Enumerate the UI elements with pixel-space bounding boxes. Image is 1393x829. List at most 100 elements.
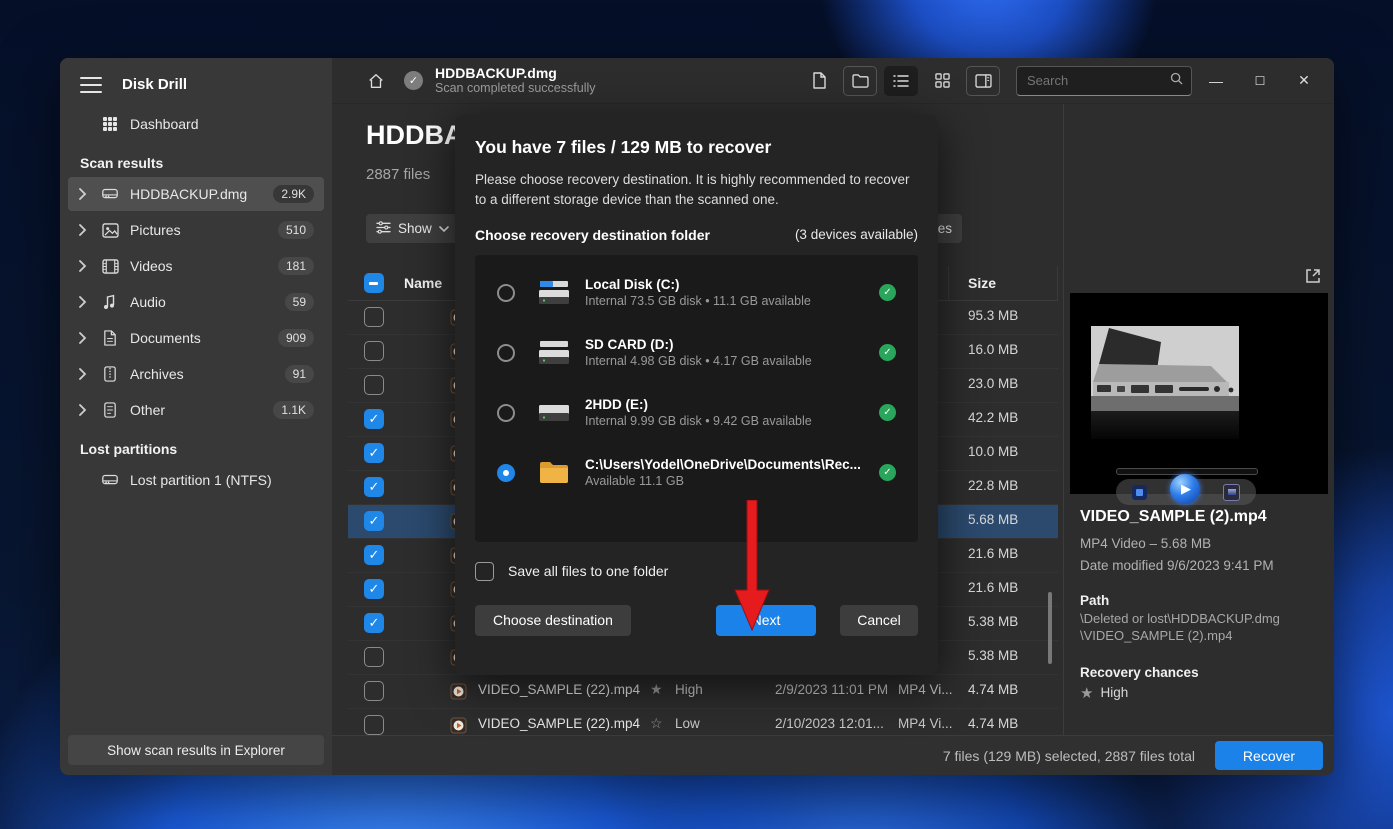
sidebar-item-dashboard[interactable]: Dashboard xyxy=(68,107,324,141)
category-icon xyxy=(100,259,120,274)
dialog-description: Please choose recovery destination. It i… xyxy=(475,170,918,211)
chevron-right-icon[interactable] xyxy=(78,404,92,416)
files-summary: 2887 files xyxy=(366,166,430,183)
destination-radio[interactable] xyxy=(497,464,515,482)
file-size: 21.6 MB xyxy=(968,546,1018,561)
rating-star-icon: ☆ xyxy=(650,715,663,732)
video-file-icon xyxy=(450,717,467,737)
category-icon xyxy=(100,294,120,310)
row-checkbox[interactable] xyxy=(364,647,384,667)
path-line-1: \Deleted or lost\HDDBACKUP.dmg xyxy=(1080,611,1320,628)
row-checkbox[interactable] xyxy=(364,511,384,531)
destination-option[interactable]: C:\Users\Yodel\OneDrive\Documents\Rec...… xyxy=(475,443,918,503)
row-checkbox[interactable] xyxy=(364,307,384,327)
destination-info: Available 11.1 GB xyxy=(585,473,879,489)
row-checkbox[interactable] xyxy=(364,443,384,463)
row-checkbox[interactable] xyxy=(364,715,384,735)
show-filter-dropdown[interactable]: Show xyxy=(366,214,459,243)
search-input[interactable] xyxy=(1025,72,1170,89)
count-badge: 181 xyxy=(278,257,314,275)
row-checkbox[interactable] xyxy=(364,545,384,565)
close-button[interactable]: ✕ xyxy=(1284,64,1324,98)
sidebar-item[interactable]: Audio 59 xyxy=(68,285,324,319)
new-file-icon[interactable] xyxy=(802,66,836,96)
chevron-right-icon[interactable] xyxy=(78,260,92,272)
sidebar-item-lost-partition[interactable]: Lost partition 1 (NTFS) xyxy=(68,463,324,497)
sidebar-item[interactable]: Videos 181 xyxy=(68,249,324,283)
rating-label: Low xyxy=(675,716,700,731)
play-button[interactable]: ▶ xyxy=(1170,474,1200,504)
file-size: 95.3 MB xyxy=(968,308,1018,323)
name-column-header[interactable]: Name xyxy=(404,275,442,291)
choose-destination-button[interactable]: Choose destination xyxy=(475,605,631,636)
scan-complete-icon: ✓ xyxy=(404,71,423,90)
date-modified: 2/9/2023 11:01 PM xyxy=(775,682,888,697)
minimize-button[interactable]: — xyxy=(1196,64,1236,98)
stop-button[interactable] xyxy=(1132,485,1147,500)
destination-option[interactable]: SD CARD (D:) Internal 4.98 GB disk • 4.1… xyxy=(475,323,918,383)
chevron-right-icon[interactable] xyxy=(78,224,92,236)
row-checkbox[interactable] xyxy=(364,477,384,497)
destination-name: Local Disk (C:) xyxy=(585,276,879,294)
destination-radio[interactable] xyxy=(497,404,515,422)
chevron-right-icon[interactable] xyxy=(78,368,92,380)
destination-option[interactable]: Local Disk (C:) Internal 73.5 GB disk • … xyxy=(475,263,918,323)
sidebar-item[interactable]: Other 1.1K xyxy=(68,393,324,427)
next-button[interactable]: Next xyxy=(716,605,816,636)
show-filter-label: Show xyxy=(398,221,432,236)
file-size: 5.38 MB xyxy=(968,648,1018,663)
frame-capture-button[interactable] xyxy=(1223,484,1240,501)
chevron-right-icon[interactable] xyxy=(78,188,92,200)
table-scrollbar[interactable] xyxy=(1048,592,1052,664)
open-external-icon[interactable] xyxy=(1304,267,1322,285)
video-preview: ▶ xyxy=(1070,293,1328,494)
select-all-checkbox[interactable] xyxy=(364,273,384,293)
recovery-star-icon: ★ xyxy=(1080,684,1093,702)
destination-icon xyxy=(537,398,571,428)
maximize-button[interactable]: ☐ xyxy=(1240,64,1280,98)
sidebar-item[interactable]: Documents 909 xyxy=(68,321,324,355)
save-one-folder-checkbox[interactable] xyxy=(475,562,494,581)
search-box[interactable] xyxy=(1016,66,1192,96)
sidebar-item-label: Lost partition 1 (NTFS) xyxy=(130,472,314,488)
show-in-explorer-button[interactable]: Show scan results in Explorer xyxy=(68,735,324,765)
video-file-icon xyxy=(450,683,467,703)
list-view-icon[interactable] xyxy=(884,66,918,96)
open-folder-icon[interactable] xyxy=(843,66,877,96)
cancel-button[interactable]: Cancel xyxy=(840,605,918,636)
destination-radio[interactable] xyxy=(497,344,515,362)
home-icon[interactable] xyxy=(366,71,386,91)
category-icon xyxy=(100,366,120,382)
hamburger-menu-icon[interactable] xyxy=(80,77,102,93)
sidebar-item-label: Documents xyxy=(130,330,278,346)
sidebar-item-label: Videos xyxy=(130,258,278,274)
row-checkbox[interactable] xyxy=(364,579,384,599)
file-type: MP4 Vi... xyxy=(898,682,953,697)
preview-filename: VIDEO_SAMPLE (2).mp4 xyxy=(1080,508,1320,526)
path-label: Path xyxy=(1080,593,1320,608)
chevron-right-icon[interactable] xyxy=(78,332,92,344)
choose-destination-label: Choose recovery destination folder xyxy=(475,227,710,243)
row-checkbox[interactable] xyxy=(364,341,384,361)
file-size: 5.68 MB xyxy=(968,512,1018,527)
sidebar-item-label: Pictures xyxy=(130,222,278,238)
preview-panel-icon[interactable] xyxy=(966,66,1000,96)
category-icon xyxy=(100,185,120,203)
chevron-right-icon[interactable] xyxy=(78,296,92,308)
sidebar-item[interactable]: Pictures 510 xyxy=(68,213,324,247)
size-column-header[interactable]: Size xyxy=(968,275,996,291)
grid-view-icon[interactable] xyxy=(925,66,959,96)
table-row[interactable]: VIDEO_SAMPLE (22).mp4 ★ High 2/9/2023 11… xyxy=(348,675,1058,709)
destination-radio[interactable] xyxy=(497,284,515,302)
sidebar: Disk Drill Dashboard Scan results HDDBAC… xyxy=(60,58,332,775)
row-checkbox[interactable] xyxy=(364,681,384,701)
destination-option[interactable]: 2HDD (E:) Internal 9.99 GB disk • 9.42 G… xyxy=(475,383,918,443)
sidebar-item[interactable]: Archives 91 xyxy=(68,357,324,391)
recover-button[interactable]: Recover xyxy=(1215,741,1323,770)
category-icon xyxy=(100,402,120,418)
row-checkbox[interactable] xyxy=(364,409,384,429)
device-list: Local Disk (C:) Internal 73.5 GB disk • … xyxy=(475,255,918,542)
row-checkbox[interactable] xyxy=(364,375,384,395)
row-checkbox[interactable] xyxy=(364,613,384,633)
sidebar-item[interactable]: HDDBACKUP.dmg 2.9K xyxy=(68,177,324,211)
